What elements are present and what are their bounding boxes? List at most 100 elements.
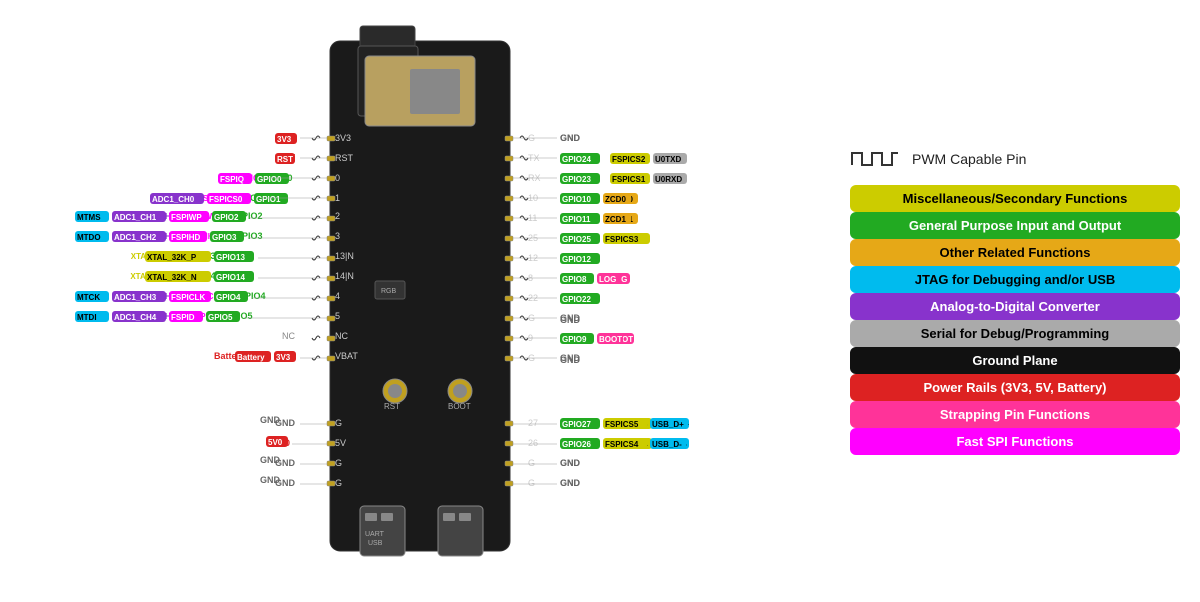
svg-text:GPIO24: GPIO24 <box>562 155 591 164</box>
svg-text:BOOT: BOOT <box>448 402 471 411</box>
svg-text:GPIO2: GPIO2 <box>214 213 239 222</box>
svg-text:GPIO0: GPIO0 <box>257 175 282 184</box>
main-container: RGB RST BOOT UART USB <box>0 0 1200 602</box>
svg-text:USB_D+: USB_D+ <box>652 420 684 429</box>
svg-text:ADC1_CH3: ADC1_CH3 <box>114 293 157 302</box>
legend-item: Power Rails (3V3, 5V, Battery) <box>850 374 1180 401</box>
svg-text:MTDI: MTDI <box>77 313 97 322</box>
svg-text:FSPICS5: FSPICS5 <box>605 420 639 429</box>
svg-text:3: 3 <box>335 231 340 241</box>
svg-text:NC: NC <box>282 331 295 341</box>
svg-text:3V3: 3V3 <box>276 353 291 362</box>
diagram-area: RGB RST BOOT UART USB <box>20 11 840 591</box>
svg-text:GND: GND <box>260 475 281 485</box>
svg-text:GND: GND <box>560 133 581 143</box>
svg-text:ZCD0: ZCD0 <box>605 195 626 204</box>
svg-text:GPIO8: GPIO8 <box>562 275 587 284</box>
svg-text:GND: GND <box>560 355 581 365</box>
svg-text:0: 0 <box>335 173 340 183</box>
svg-text:GPIO13: GPIO13 <box>216 253 245 262</box>
svg-text:G: G <box>528 478 535 488</box>
svg-text:13|N: 13|N <box>335 251 354 261</box>
legend-item: Fast SPI Functions <box>850 428 1180 455</box>
svg-text:1: 1 <box>335 193 340 203</box>
svg-text:FSPIHD: FSPIHD <box>171 233 201 242</box>
svg-text:FSPID: FSPID <box>171 313 195 322</box>
legend-item: JTAG for Debugging and/or USB <box>850 266 1180 293</box>
legend-item: Other Related Functions <box>850 239 1180 266</box>
pwm-wave-icon <box>850 147 900 171</box>
svg-text:GPIO3: GPIO3 <box>212 233 237 242</box>
svg-text:MTMS: MTMS <box>77 213 101 222</box>
svg-text:GPIO1: GPIO1 <box>256 195 281 204</box>
svg-text:GND: GND <box>560 458 581 468</box>
svg-text:XTAL_32K_P: XTAL_32K_P <box>147 253 197 262</box>
svg-text:VBAT: VBAT <box>335 351 358 361</box>
svg-text:14|N: 14|N <box>335 271 354 281</box>
pinout-diagram: RGB RST BOOT UART USB <box>20 11 840 591</box>
svg-text:RGB: RGB <box>381 288 397 295</box>
svg-text:GPIO4: GPIO4 <box>216 293 241 302</box>
svg-text:GPIO9: GPIO9 <box>562 335 587 344</box>
svg-text:MTDO: MTDO <box>77 233 101 242</box>
svg-text:3V3: 3V3 <box>335 133 351 143</box>
svg-text:FSPICS1: FSPICS1 <box>612 175 646 184</box>
svg-text:FSPICS4: FSPICS4 <box>605 440 639 449</box>
svg-text:GND: GND <box>560 315 581 325</box>
svg-text:4: 4 <box>335 291 340 301</box>
svg-text:G: G <box>335 458 342 468</box>
svg-text:GPIO23: GPIO23 <box>562 175 591 184</box>
svg-text:MTCK: MTCK <box>77 293 100 302</box>
legend-items: Miscellaneous/Secondary FunctionsGeneral… <box>850 185 1180 455</box>
svg-text:XTAL_32K_N: XTAL_32K_N <box>147 273 197 282</box>
svg-text:G: G <box>335 478 342 488</box>
svg-text:GPIO26: GPIO26 <box>562 440 591 449</box>
svg-text:GND: GND <box>260 415 281 425</box>
pwm-label: PWM Capable Pin <box>912 151 1026 167</box>
svg-text:G: G <box>528 458 535 468</box>
svg-text:GPIO25: GPIO25 <box>562 235 591 244</box>
svg-text:USB_D-: USB_D- <box>652 440 682 449</box>
pwm-legend: PWM Capable Pin <box>850 147 1180 171</box>
legend-item: Analog-to-Digital Converter <box>850 293 1180 320</box>
svg-text:3V3: 3V3 <box>277 135 292 144</box>
svg-text:FSPICS3: FSPICS3 <box>605 235 639 244</box>
svg-text:Battery: Battery <box>237 353 265 362</box>
svg-text:ADC1_CH2: ADC1_CH2 <box>114 233 157 242</box>
svg-text:GPIO12: GPIO12 <box>562 255 591 264</box>
svg-text:5V0: 5V0 <box>268 438 283 447</box>
svg-text:27: 27 <box>528 418 538 428</box>
svg-text:U0RXD: U0RXD <box>655 175 682 184</box>
svg-text:UART: UART <box>365 531 385 538</box>
svg-text:ADC1_CH1: ADC1_CH1 <box>114 213 157 222</box>
svg-text:GPIO11: GPIO11 <box>562 215 591 224</box>
legend-item: General Purpose Input and Output <box>850 212 1180 239</box>
svg-text:FSPICLK: FSPICLK <box>171 293 205 302</box>
svg-text:GND: GND <box>560 478 581 488</box>
svg-text:U0TXD: U0TXD <box>655 155 681 164</box>
svg-text:GPIO14: GPIO14 <box>216 273 245 282</box>
svg-text:FSPICS0: FSPICS0 <box>209 195 243 204</box>
svg-text:FSPIWP: FSPIWP <box>171 213 202 222</box>
svg-text:RST: RST <box>277 155 293 164</box>
legend-area: PWM Capable Pin Miscellaneous/Secondary … <box>840 11 1180 591</box>
svg-text:NC: NC <box>335 331 348 341</box>
legend-item: Strapping Pin Functions <box>850 401 1180 428</box>
svg-text:5: 5 <box>335 311 340 321</box>
svg-text:BOOT: BOOT <box>599 335 622 344</box>
svg-text:ADC1_CH4: ADC1_CH4 <box>114 313 157 322</box>
legend-item: Serial for Debug/Programming <box>850 320 1180 347</box>
svg-text:FSPIQ: FSPIQ <box>220 175 244 184</box>
svg-text:USB: USB <box>368 540 383 547</box>
svg-text:RST: RST <box>384 402 400 411</box>
svg-text:2: 2 <box>335 211 340 221</box>
svg-text:5V: 5V <box>335 438 346 448</box>
svg-text:GPIO10: GPIO10 <box>562 195 591 204</box>
svg-text:FSPICS2: FSPICS2 <box>612 155 646 164</box>
svg-text:GPIO5: GPIO5 <box>208 313 233 322</box>
svg-text:GND: GND <box>260 455 281 465</box>
svg-text:GPIO27: GPIO27 <box>562 420 591 429</box>
svg-text:ZCD1: ZCD1 <box>605 215 626 224</box>
legend-item: Ground Plane <box>850 347 1180 374</box>
legend-item: Miscellaneous/Secondary Functions <box>850 185 1180 212</box>
